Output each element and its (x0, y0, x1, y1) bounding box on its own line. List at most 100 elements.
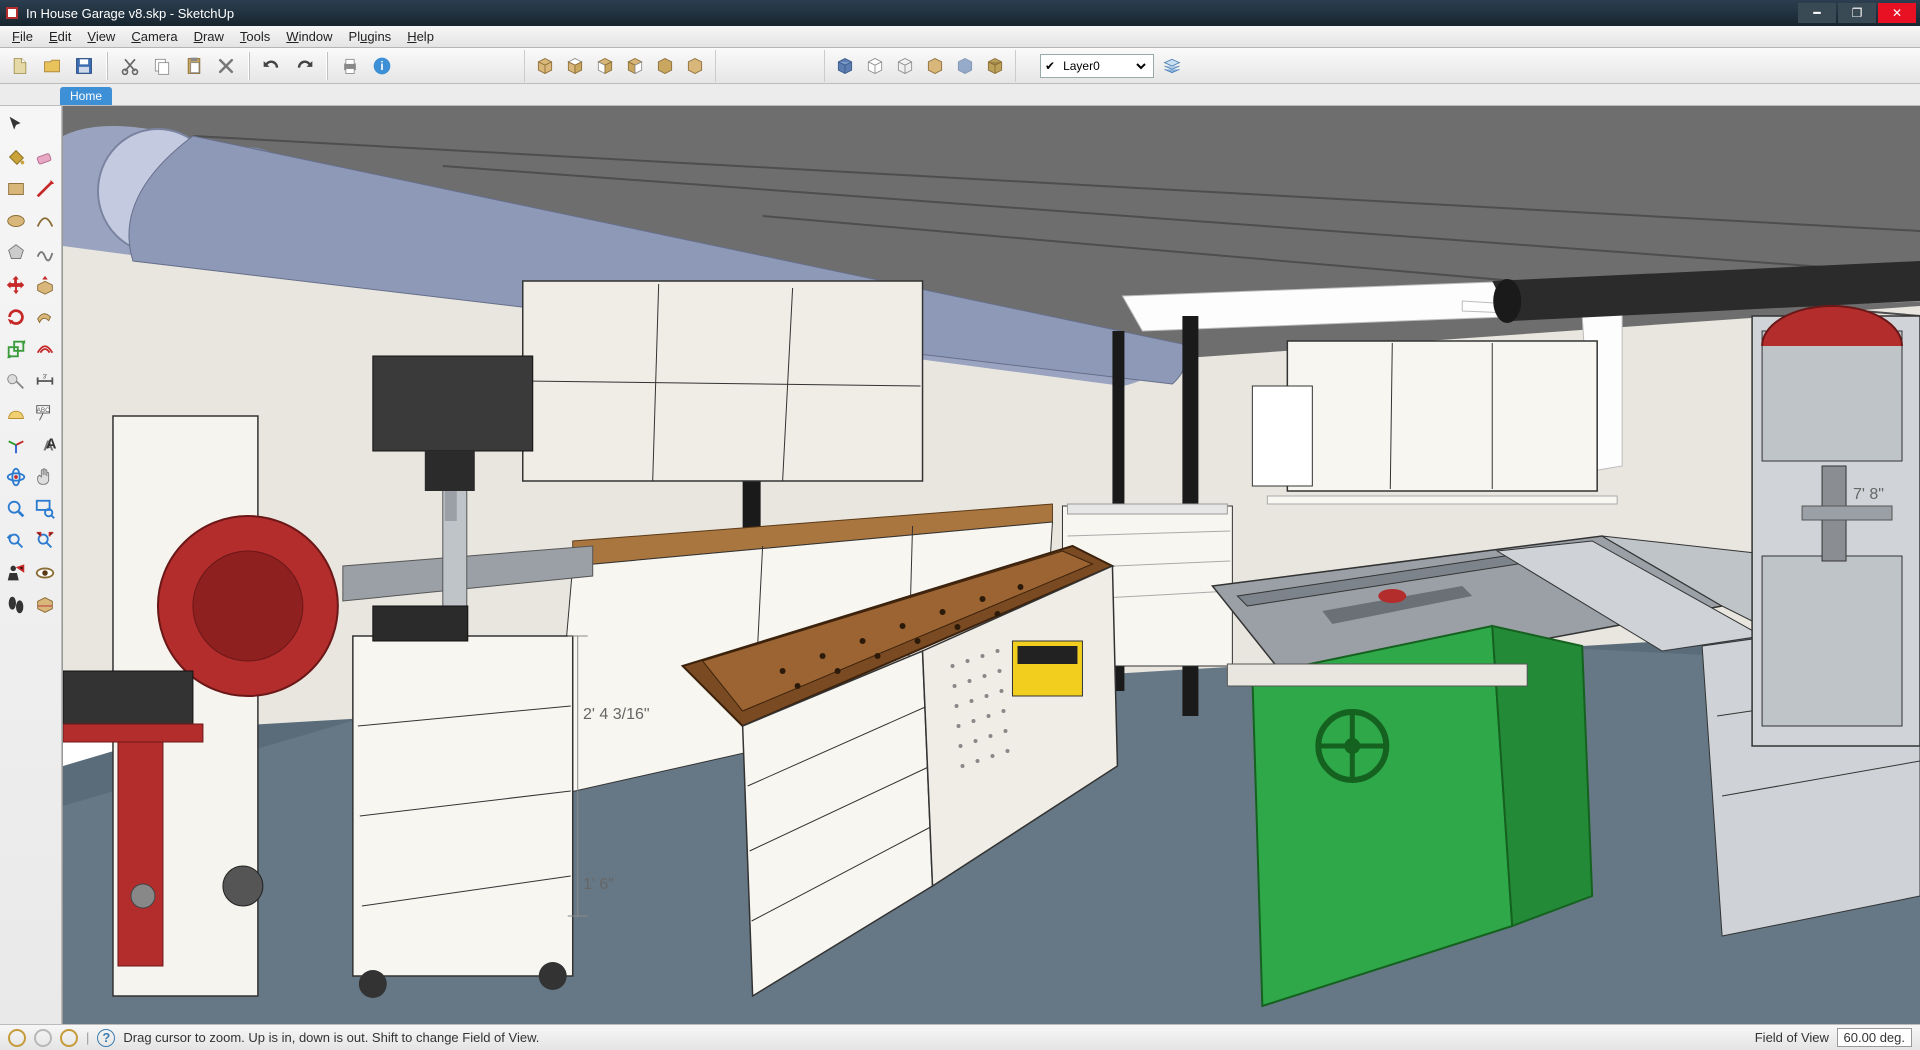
work-area: 3' ABC AA (0, 106, 1920, 1024)
scene-render (63, 106, 1920, 1024)
open-file-button[interactable] (38, 52, 66, 80)
pushpull-tool[interactable] (32, 270, 60, 300)
layer-manager-button[interactable] (1158, 52, 1186, 80)
style-monochrome-button[interactable] (981, 52, 1009, 80)
credits-icon[interactable] (34, 1029, 52, 1047)
face-styles-group (824, 50, 1016, 82)
svg-text:A: A (46, 437, 56, 453)
rotate-tool[interactable] (2, 302, 30, 332)
main-toolbar: i ✔ Layer0 (0, 48, 1920, 84)
layer-dropdown[interactable]: Layer0 (1059, 58, 1149, 74)
view-left-button[interactable] (681, 52, 709, 80)
previous-view-tool[interactable] (2, 526, 30, 556)
status-fov: Field of View 60.00 deg. (1755, 1028, 1912, 1047)
menu-help[interactable]: Help (399, 27, 442, 46)
menu-view[interactable]: View (79, 27, 123, 46)
copy-button[interactable] (148, 52, 176, 80)
view-right-button[interactable] (621, 52, 649, 80)
scene-tabs: Home (0, 84, 1920, 106)
menu-camera[interactable]: Camera (123, 27, 185, 46)
orbit-tool[interactable] (2, 462, 30, 492)
zoom-extents-tool[interactable] (32, 526, 60, 556)
tape-measure-tool[interactable] (2, 366, 30, 396)
axes-tool[interactable] (2, 430, 30, 460)
redo-button[interactable] (290, 52, 318, 80)
style-shaded-textures-button[interactable] (831, 52, 859, 80)
standard-views-group (524, 50, 716, 82)
window-title: In House Garage v8.skp - SketchUp (26, 6, 1798, 21)
status-separator: | (86, 1030, 89, 1045)
view-iso-button[interactable] (531, 52, 559, 80)
position-camera-tool[interactable] (2, 558, 30, 588)
circle-tool[interactable] (2, 206, 30, 236)
style-hidden-line-button[interactable] (921, 52, 949, 80)
freehand-tool[interactable] (32, 238, 60, 268)
fov-value: 60.00 deg. (1837, 1028, 1912, 1047)
dimension-depth: 1' 6" (583, 876, 614, 894)
view-back-button[interactable] (651, 52, 679, 80)
dimension-height: 2' 4 3/16" (583, 706, 650, 724)
model-info-button[interactable]: i (368, 52, 396, 80)
eraser-tool[interactable] (32, 142, 60, 172)
zoom-window-tool[interactable] (32, 494, 60, 524)
window-buttons: ━ ❐ ✕ (1798, 3, 1916, 23)
style-wireframe-button[interactable] (891, 52, 919, 80)
line-tool[interactable] (32, 174, 60, 204)
offset-tool[interactable] (32, 334, 60, 364)
titlebar: In House Garage v8.skp - SketchUp ━ ❐ ✕ (0, 0, 1920, 26)
view-front-button[interactable] (591, 52, 619, 80)
undo-button[interactable] (258, 52, 286, 80)
menu-window[interactable]: Window (278, 27, 340, 46)
svg-text:3': 3' (43, 373, 48, 380)
walk-tool[interactable] (2, 590, 30, 620)
app-icon (4, 5, 20, 21)
menu-plugins[interactable]: Plugins (341, 27, 400, 46)
polygon-tool[interactable] (2, 238, 30, 268)
menu-draw[interactable]: Draw (186, 27, 232, 46)
select-tool[interactable] (2, 110, 30, 140)
claim-icon[interactable] (60, 1029, 78, 1047)
save-button[interactable] (70, 52, 98, 80)
new-file-button[interactable] (6, 52, 34, 80)
arc-tool[interactable] (32, 206, 60, 236)
layer-visible-icon: ✔ (1045, 59, 1055, 73)
text-tool[interactable]: ABC (32, 398, 60, 428)
style-shaded-button[interactable] (861, 52, 889, 80)
style-xray-button[interactable] (951, 52, 979, 80)
scale-tool[interactable] (2, 334, 30, 364)
status-hint: Drag cursor to zoom. Up is in, down is o… (123, 1030, 539, 1045)
maximize-button[interactable]: ❐ (1838, 3, 1876, 23)
print-button[interactable] (336, 52, 364, 80)
view-top-button[interactable] (561, 52, 589, 80)
menu-edit[interactable]: Edit (41, 27, 79, 46)
statusbar: | ? Drag cursor to zoom. Up is in, down … (0, 1024, 1920, 1050)
rectangle-tool[interactable] (2, 174, 30, 204)
help-icon[interactable]: ? (97, 1029, 115, 1047)
svg-text:ABC: ABC (37, 407, 51, 414)
cut-button[interactable] (116, 52, 144, 80)
delete-button[interactable] (212, 52, 240, 80)
svg-text:i: i (380, 60, 383, 73)
3dtext-tool[interactable]: AA (32, 430, 60, 460)
menu-file[interactable]: File (4, 27, 41, 46)
dimension-tool[interactable]: 3' (32, 366, 60, 396)
layer-selector[interactable]: ✔ Layer0 (1040, 54, 1154, 78)
pan-tool[interactable] (32, 462, 60, 492)
geo-icon[interactable] (8, 1029, 26, 1047)
paste-button[interactable] (180, 52, 208, 80)
close-button[interactable]: ✕ (1878, 3, 1916, 23)
zoom-tool[interactable] (2, 494, 30, 524)
protractor-tool[interactable] (2, 398, 30, 428)
dimension-room: 7' 8" (1853, 486, 1884, 504)
followme-tool[interactable] (32, 302, 60, 332)
section-plane-tool[interactable] (32, 590, 60, 620)
menubar: File Edit View Camera Draw Tools Window … (0, 26, 1920, 48)
viewport[interactable]: 2' 4 3/16" 1' 6" 7' 8" (62, 106, 1920, 1024)
look-around-tool[interactable] (32, 558, 60, 588)
minimize-button[interactable]: ━ (1798, 3, 1836, 23)
paint-bucket-tool[interactable] (2, 142, 30, 172)
menu-tools[interactable]: Tools (232, 27, 278, 46)
scene-tab-home[interactable]: Home (60, 87, 112, 105)
fov-label: Field of View (1755, 1030, 1829, 1045)
move-tool[interactable] (2, 270, 30, 300)
